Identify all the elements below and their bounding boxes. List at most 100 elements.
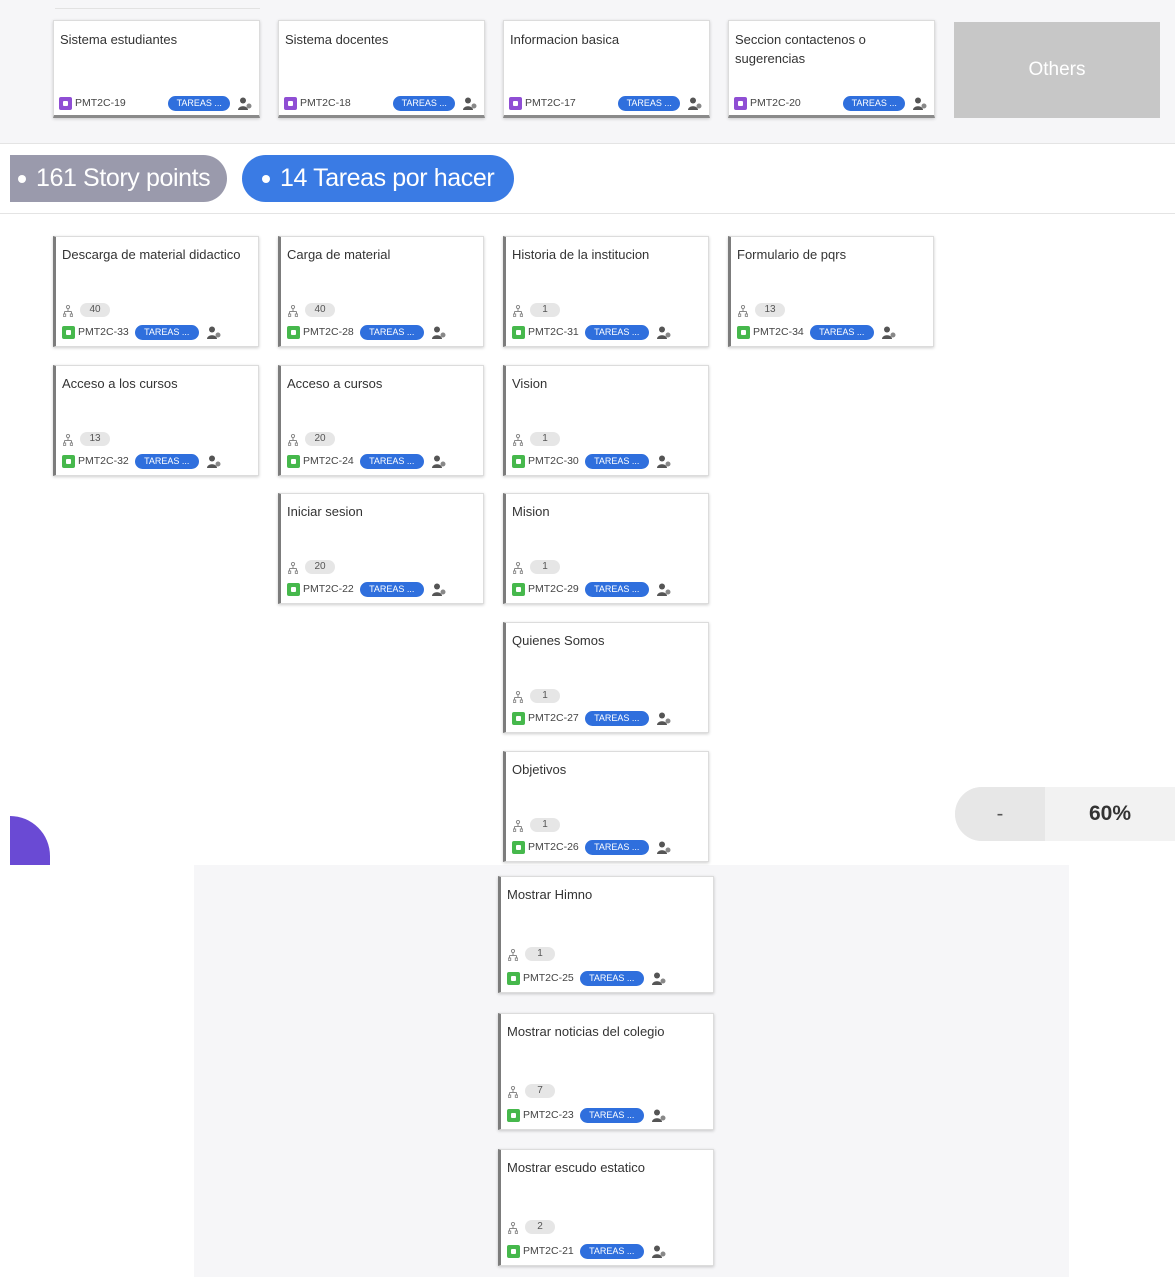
story-points-pill[interactable]: 161 Story points bbox=[10, 155, 227, 202]
unassigned-user-icon[interactable] bbox=[430, 453, 448, 469]
issue-key[interactable]: PMT2C-20 bbox=[750, 97, 843, 109]
issue-key[interactable]: PMT2C-28 bbox=[303, 326, 354, 338]
unassigned-user-icon[interactable] bbox=[880, 324, 898, 340]
story-points-badge[interactable]: 1 bbox=[530, 559, 560, 574]
issue-key[interactable]: PMT2C-21 bbox=[523, 1245, 574, 1257]
status-badge[interactable]: TAREAS ... bbox=[579, 1107, 644, 1123]
issue-key[interactable]: PMT2C-22 bbox=[303, 583, 354, 595]
card-footer: PMT2C-29 TAREAS ... bbox=[512, 581, 702, 597]
status-badge[interactable]: TAREAS ... bbox=[359, 581, 424, 597]
status-badge[interactable]: TAREAS ... bbox=[584, 710, 649, 726]
story-points-badge[interactable]: 1 bbox=[525, 946, 555, 961]
others-column[interactable]: Others bbox=[954, 22, 1160, 118]
story-type-icon bbox=[507, 1108, 520, 1122]
issue-key[interactable]: PMT2C-29 bbox=[528, 583, 579, 595]
status-badge[interactable]: TAREAS ... bbox=[579, 970, 644, 986]
card-footer: PMT2C-23 TAREAS ... bbox=[507, 1107, 707, 1123]
tree-icon bbox=[512, 690, 524, 703]
status-badge[interactable]: TAREAS ... bbox=[584, 324, 649, 340]
task-card[interactable]: Historia de la institucion 1 PMT2C-31 TAREA… bbox=[503, 236, 709, 347]
tasks-todo-pill[interactable]: 14 Tareas por hacer bbox=[242, 155, 514, 202]
card-footer: PMT2C-21 TAREAS ... bbox=[507, 1243, 707, 1259]
task-card[interactable]: Iniciar sesion 20 PMT2C-22 TAREAS ... bbox=[278, 493, 484, 604]
story-points-badge[interactable]: 1 bbox=[530, 688, 560, 703]
unassigned-user-icon[interactable] bbox=[655, 324, 673, 340]
zoom-out-button[interactable]: - bbox=[955, 787, 1045, 841]
status-badge[interactable]: TAREAS ... bbox=[359, 453, 424, 469]
issue-key[interactable]: PMT2C-25 bbox=[523, 972, 574, 984]
task-card[interactable]: Acceso a los cursos 13 PMT2C-32 TAREAS ... bbox=[53, 365, 259, 476]
unassigned-user-icon[interactable] bbox=[655, 710, 673, 726]
unassigned-user-icon[interactable] bbox=[650, 970, 668, 986]
task-card[interactable]: Mostrar noticias del colegio 7 PMT2C-23 TAR… bbox=[498, 1013, 714, 1130]
story-points-badge[interactable]: 1 bbox=[530, 817, 560, 832]
status-badge[interactable]: TAREAS ... bbox=[843, 95, 906, 111]
dot-icon bbox=[18, 174, 26, 183]
story-points-badge[interactable]: 20 bbox=[305, 559, 335, 574]
status-badge[interactable]: TAREAS ... bbox=[809, 324, 874, 340]
status-badge[interactable]: TAREAS ... bbox=[584, 839, 649, 855]
issue-key[interactable]: PMT2C-30 bbox=[528, 455, 579, 467]
unassigned-user-icon[interactable] bbox=[205, 453, 223, 469]
story-points-badge[interactable]: 40 bbox=[305, 302, 335, 317]
story-points-badge[interactable]: 40 bbox=[80, 302, 110, 317]
task-card[interactable]: Quienes Somos 1 PMT2C-27 TAREAS ... bbox=[503, 622, 709, 733]
unassigned-user-icon[interactable] bbox=[650, 1107, 668, 1123]
epic-card[interactable]: Informacion basica PMT2C-17 TAREAS ... bbox=[503, 20, 710, 118]
status-badge[interactable]: TAREAS ... bbox=[393, 95, 456, 111]
task-card[interactable]: Formulario de pqrs 13 PMT2C-34 TAREAS ... bbox=[728, 236, 934, 347]
task-card[interactable]: Carga de material 40 PMT2C-28 TAREAS ... bbox=[278, 236, 484, 347]
task-card[interactable]: Mision 1 PMT2C-29 TAREAS ... bbox=[503, 493, 709, 604]
task-card[interactable]: Vision 1 PMT2C-30 TAREAS ... bbox=[503, 365, 709, 476]
task-card[interactable]: Mostrar Himno 1 PMT2C-25 TAREAS ... bbox=[498, 876, 714, 993]
unassigned-user-icon[interactable] bbox=[650, 1243, 668, 1259]
epic-card[interactable]: Sistema docentes PMT2C-18 TAREAS ... bbox=[278, 20, 485, 118]
issue-key[interactable]: PMT2C-26 bbox=[528, 841, 579, 853]
tree-icon bbox=[287, 304, 299, 317]
issue-key[interactable]: PMT2C-31 bbox=[528, 326, 579, 338]
status-badge[interactable]: TAREAS ... bbox=[584, 453, 649, 469]
task-card[interactable]: Descarga de material didactico 40 PMT2C-33… bbox=[53, 236, 259, 347]
issue-key[interactable]: PMT2C-32 bbox=[78, 455, 129, 467]
status-badge[interactable]: TAREAS ... bbox=[134, 453, 199, 469]
story-points-badge[interactable]: 13 bbox=[80, 431, 110, 446]
unassigned-user-icon[interactable] bbox=[686, 95, 704, 111]
story-points-badge[interactable]: 1 bbox=[530, 431, 560, 446]
task-title: Acceso a cursos bbox=[287, 376, 383, 391]
unassigned-user-icon[interactable] bbox=[205, 324, 223, 340]
issue-key[interactable]: PMT2C-18 bbox=[300, 97, 393, 109]
unassigned-user-icon[interactable] bbox=[655, 581, 673, 597]
unassigned-user-icon[interactable] bbox=[430, 581, 448, 597]
story-points-badge[interactable]: 1 bbox=[530, 302, 560, 317]
unassigned-user-icon[interactable] bbox=[911, 95, 929, 111]
epic-card[interactable]: Seccion contactenos o sugerencias PMT2C-… bbox=[728, 20, 935, 118]
issue-key[interactable]: PMT2C-19 bbox=[75, 97, 168, 109]
task-card[interactable]: Mostrar escudo estatico 2 PMT2C-21 TAREAS .… bbox=[498, 1149, 714, 1266]
floating-action-button[interactable] bbox=[10, 816, 50, 865]
epic-card[interactable]: Sistema estudiantes PMT2C-19 TAREAS ... bbox=[53, 20, 260, 118]
unassigned-user-icon[interactable] bbox=[461, 95, 479, 111]
issue-key[interactable]: PMT2C-17 bbox=[525, 97, 618, 109]
unassigned-user-icon[interactable] bbox=[655, 453, 673, 469]
story-points-badge[interactable]: 2 bbox=[525, 1219, 555, 1234]
story-points-badge[interactable]: 13 bbox=[755, 302, 785, 317]
story-points-row: 7 bbox=[507, 1083, 555, 1098]
issue-key[interactable]: PMT2C-34 bbox=[753, 326, 804, 338]
task-card[interactable]: Objetivos 1 PMT2C-26 TAREAS ... bbox=[503, 751, 709, 862]
status-badge[interactable]: TAREAS ... bbox=[579, 1243, 644, 1259]
status-badge[interactable]: TAREAS ... bbox=[168, 95, 231, 111]
task-card[interactable]: Acceso a cursos 20 PMT2C-24 TAREAS ... bbox=[278, 365, 484, 476]
issue-key[interactable]: PMT2C-24 bbox=[303, 455, 354, 467]
issue-key[interactable]: PMT2C-23 bbox=[523, 1109, 574, 1121]
status-badge[interactable]: TAREAS ... bbox=[134, 324, 199, 340]
story-points-badge[interactable]: 7 bbox=[525, 1083, 555, 1098]
issue-key[interactable]: PMT2C-27 bbox=[528, 712, 579, 724]
unassigned-user-icon[interactable] bbox=[430, 324, 448, 340]
status-badge[interactable]: TAREAS ... bbox=[618, 95, 681, 111]
status-badge[interactable]: TAREAS ... bbox=[584, 581, 649, 597]
unassigned-user-icon[interactable] bbox=[236, 95, 254, 111]
issue-key[interactable]: PMT2C-33 bbox=[78, 326, 129, 338]
status-badge[interactable]: TAREAS ... bbox=[359, 324, 424, 340]
story-points-badge[interactable]: 20 bbox=[305, 431, 335, 446]
unassigned-user-icon[interactable] bbox=[655, 839, 673, 855]
